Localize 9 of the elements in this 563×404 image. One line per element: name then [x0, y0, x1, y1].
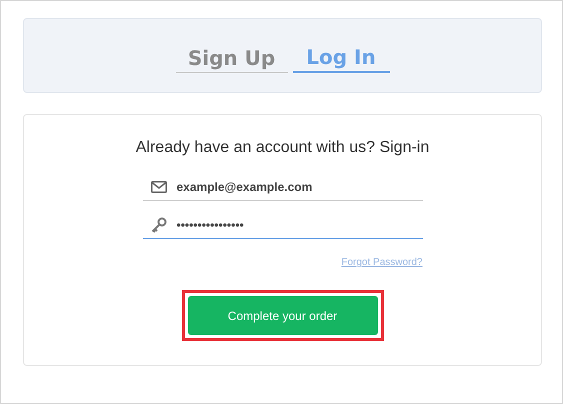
complete-order-button[interactable]: Complete your order [188, 296, 378, 335]
key-icon [150, 217, 166, 233]
input-field[interactable]: example@example.com [142, 177, 422, 201]
input-field[interactable]: •••••••••••••••• [142, 215, 422, 239]
tab[interactable]: Sign Up [176, 46, 288, 73]
tab[interactable]: Log In [292, 45, 390, 73]
envelope-icon [150, 181, 166, 193]
heading: Already have an account with us? Sign-in [136, 139, 430, 157]
forgot-password-link[interactable]: Forgot Password? [341, 257, 422, 268]
